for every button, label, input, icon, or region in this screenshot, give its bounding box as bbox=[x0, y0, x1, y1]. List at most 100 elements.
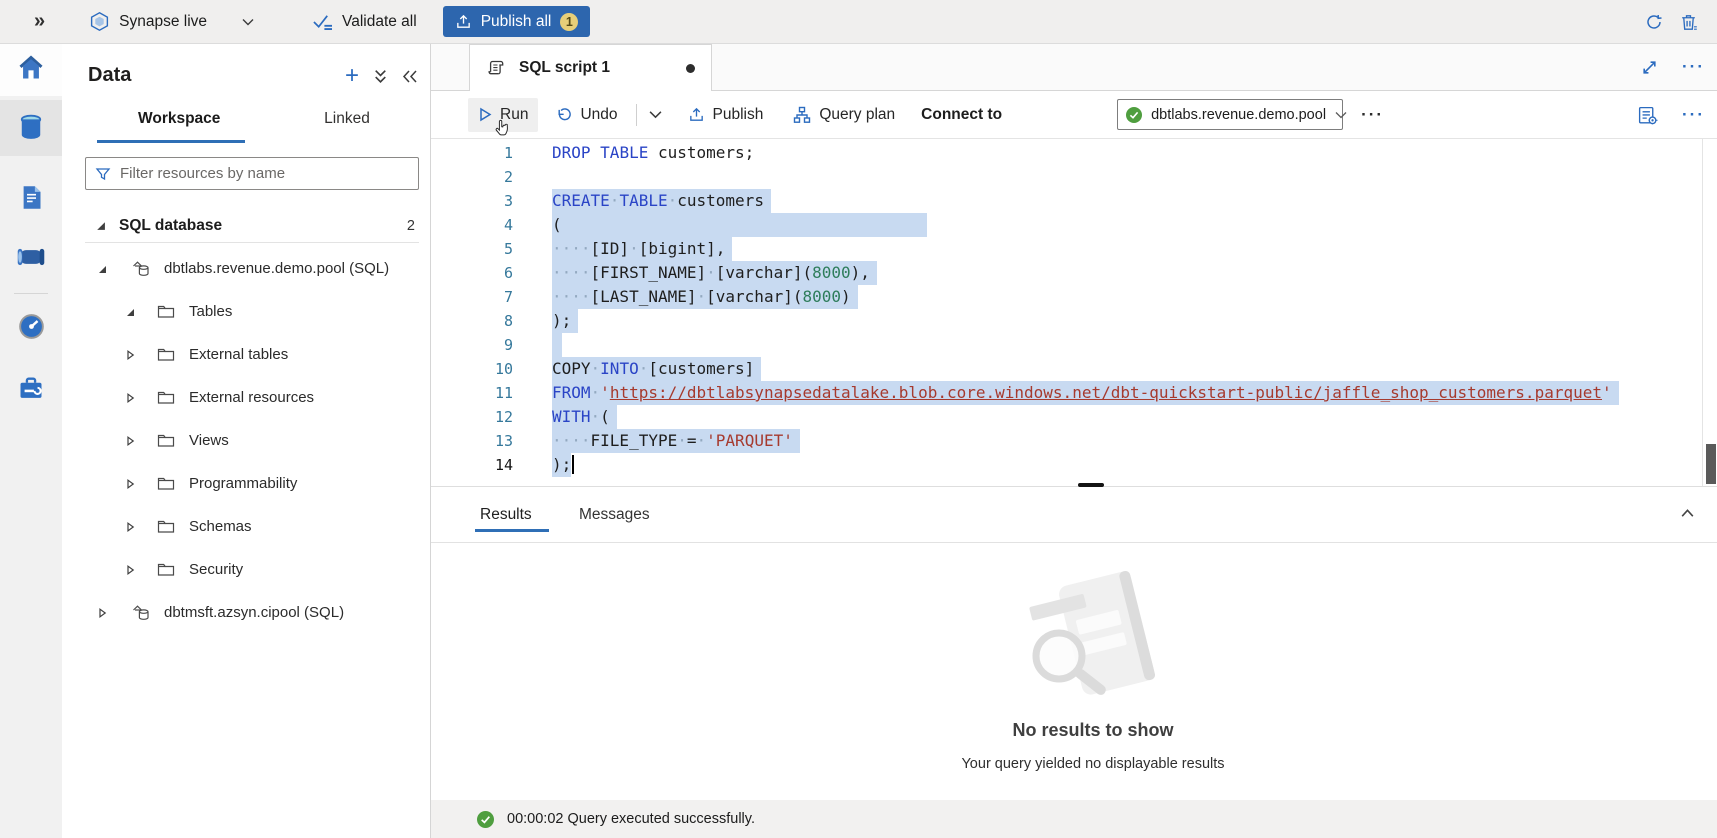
tree-item[interactable]: dbtmsft.azsyn.cipool (SQL) bbox=[62, 591, 431, 634]
top-bar: » Synapse live Validate all Publish all … bbox=[0, 0, 1717, 44]
tab-more-icon[interactable]: ··· bbox=[1682, 57, 1705, 77]
folder-icon bbox=[155, 433, 177, 448]
expander-collapsed-icon[interactable] bbox=[125, 393, 135, 403]
refresh-icon[interactable] bbox=[1645, 13, 1663, 31]
expander-expanded-icon[interactable] bbox=[95, 220, 106, 231]
code-token: · bbox=[697, 287, 707, 306]
tab-sql-script-1[interactable]: SQL script 1 bbox=[469, 44, 712, 91]
collapse-panel-icon[interactable] bbox=[402, 69, 418, 84]
code-line[interactable]: 11FROM·'https://dbtlabsynapsedatalake.bl… bbox=[431, 381, 1717, 405]
code-line[interactable]: 1DROP TABLE customers; bbox=[431, 141, 1717, 165]
undo-label: Undo bbox=[580, 106, 617, 124]
double-chevron-right-icon[interactable]: » bbox=[34, 10, 45, 33]
code-line[interactable]: 9 bbox=[431, 333, 1717, 357]
code-token: TABLE bbox=[600, 143, 648, 162]
query-status-bar: 00:00:02 Query executed successfully. bbox=[431, 800, 1717, 838]
tree-item[interactable]: Programmability bbox=[62, 462, 431, 505]
green-check-icon bbox=[1126, 107, 1142, 123]
line-content: ( bbox=[552, 215, 927, 234]
tab-linked[interactable]: Linked bbox=[322, 110, 372, 128]
script-properties-icon[interactable] bbox=[1637, 105, 1658, 126]
code-line[interactable]: 5····[ID]·[bigint], bbox=[431, 237, 1717, 261]
mode-selector[interactable]: Synapse live bbox=[89, 11, 254, 32]
tree-item[interactable]: Security bbox=[62, 548, 431, 591]
expander-expanded-icon[interactable] bbox=[125, 307, 135, 317]
text-cursor bbox=[572, 455, 574, 474]
editor-scrollbar-track bbox=[1702, 139, 1703, 486]
data-panel: Data + Workspace Linked SQL database 2 bbox=[62, 44, 431, 838]
publish-all-button[interactable]: Publish all 1 bbox=[443, 6, 591, 37]
nav-develop[interactable] bbox=[0, 169, 62, 225]
no-results-title: No results to show bbox=[863, 720, 1323, 741]
expander-collapsed-icon[interactable] bbox=[125, 522, 135, 532]
tree-item[interactable]: Tables bbox=[62, 290, 431, 333]
toolbar-more-icon[interactable]: ··· bbox=[1361, 105, 1384, 125]
code-editor[interactable]: 1DROP TABLE customers;23CREATE·TABLE·cus… bbox=[431, 139, 1717, 486]
tab-messages[interactable]: Messages bbox=[579, 506, 650, 524]
tree-item[interactable]: Schemas bbox=[62, 505, 431, 548]
nav-integrate[interactable] bbox=[0, 229, 62, 285]
code-token: ···· bbox=[552, 263, 591, 282]
code-line[interactable]: 4( bbox=[431, 213, 1717, 237]
undo-dropdown-button[interactable] bbox=[641, 98, 670, 132]
double-chevron-down-icon[interactable] bbox=[373, 68, 388, 85]
code-line[interactable]: 13····FILE_TYPE·=·'PARQUET' bbox=[431, 429, 1717, 453]
tab-results[interactable]: Results bbox=[480, 506, 532, 524]
editor-scrollbar-thumb[interactable] bbox=[1706, 444, 1716, 484]
code-token: [FIRST_NAME] bbox=[591, 263, 707, 282]
expander-collapsed-icon[interactable] bbox=[125, 479, 135, 489]
panel-title: Data bbox=[88, 64, 131, 87]
line-content: ····[LAST_NAME]·[varchar](8000) bbox=[552, 287, 858, 306]
tree-item[interactable]: Views bbox=[62, 419, 431, 462]
tree-item-label: Tables bbox=[189, 303, 232, 320]
sql-pool-icon bbox=[130, 259, 152, 279]
tree-item[interactable]: External resources bbox=[62, 376, 431, 419]
nav-data[interactable] bbox=[0, 100, 62, 156]
expand-fullscreen-icon[interactable] bbox=[1641, 59, 1658, 76]
validate-all-button[interactable]: Validate all bbox=[312, 12, 417, 31]
tree-item[interactable]: External tables bbox=[62, 333, 431, 376]
unsaved-dot-icon bbox=[686, 64, 695, 73]
code-token: · bbox=[591, 359, 601, 378]
add-resource-icon[interactable]: + bbox=[345, 66, 359, 86]
collapse-results-icon[interactable] bbox=[1679, 505, 1696, 522]
code-line[interactable]: 3CREATE·TABLE·customers bbox=[431, 189, 1717, 213]
expander-expanded-icon[interactable] bbox=[97, 264, 107, 274]
line-number: 4 bbox=[431, 213, 513, 237]
document-icon bbox=[18, 183, 45, 212]
query-plan-button[interactable]: Query plan bbox=[783, 98, 905, 132]
code-line[interactable]: 2 bbox=[431, 165, 1717, 189]
code-line[interactable]: 6····[FIRST_NAME]·[varchar](8000), bbox=[431, 261, 1717, 285]
folder-icon bbox=[155, 476, 177, 491]
code-token: 8000 bbox=[802, 287, 841, 306]
line-content: ····FILE_TYPE·=·'PARQUET' bbox=[552, 431, 800, 450]
undo-button[interactable]: Undo bbox=[546, 98, 627, 132]
code-line[interactable]: 8); bbox=[431, 309, 1717, 333]
code-token: ···· bbox=[552, 287, 591, 306]
query-plan-icon bbox=[793, 106, 811, 124]
code-line[interactable]: 14); bbox=[431, 453, 1717, 477]
code-line[interactable]: 10COPY·INTO·[customers] bbox=[431, 357, 1717, 381]
code-line[interactable]: 7····[LAST_NAME]·[varchar](8000) bbox=[431, 285, 1717, 309]
code-token: [LAST_NAME] bbox=[591, 287, 697, 306]
code-line[interactable]: 12WITH·( bbox=[431, 405, 1717, 429]
expander-collapsed-icon[interactable] bbox=[97, 608, 107, 618]
discard-trash-icon[interactable] bbox=[1679, 13, 1698, 32]
filter-resources-input[interactable] bbox=[120, 165, 409, 182]
tree-item[interactable]: dbtlabs.revenue.demo.pool (SQL) bbox=[62, 247, 431, 290]
tree-section-sql-database[interactable]: SQL database 2 bbox=[62, 210, 431, 241]
publish-button[interactable]: Publish bbox=[678, 98, 774, 132]
expander-collapsed-icon[interactable] bbox=[125, 565, 135, 575]
expander-collapsed-icon[interactable] bbox=[125, 436, 135, 446]
editor-more-icon[interactable]: ··· bbox=[1682, 105, 1705, 125]
run-play-icon bbox=[478, 107, 492, 122]
selection-highlight: ( bbox=[552, 213, 927, 237]
nav-home[interactable] bbox=[0, 40, 62, 96]
nav-monitor[interactable] bbox=[0, 298, 62, 354]
expander-collapsed-icon[interactable] bbox=[125, 350, 135, 360]
run-button[interactable]: Run bbox=[468, 98, 538, 132]
tab-workspace[interactable]: Workspace bbox=[138, 110, 204, 128]
code-token: FROM bbox=[552, 383, 591, 402]
nav-manage[interactable] bbox=[0, 360, 62, 416]
pool-select-dropdown[interactable]: dbtlabs.revenue.demo.pool bbox=[1117, 99, 1343, 130]
